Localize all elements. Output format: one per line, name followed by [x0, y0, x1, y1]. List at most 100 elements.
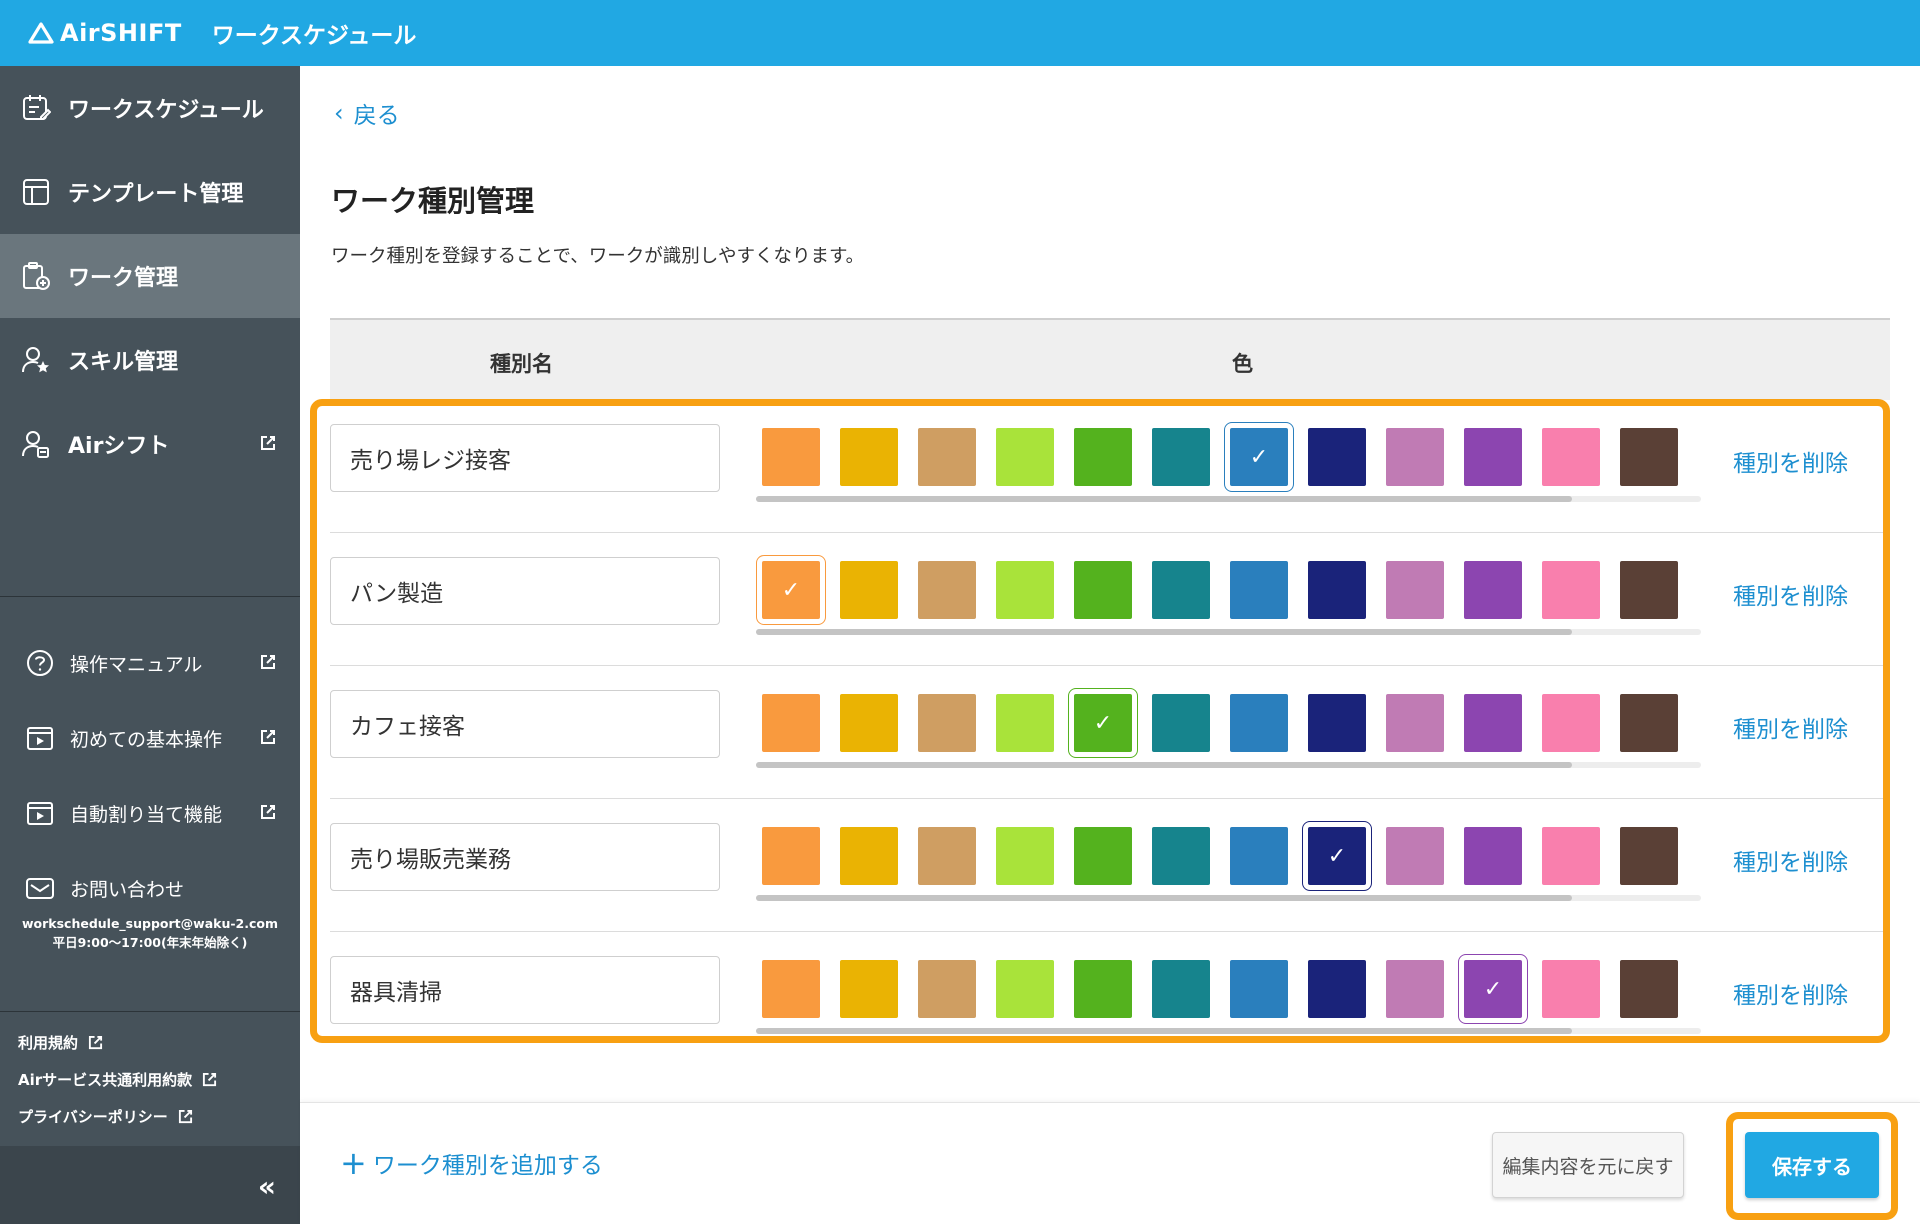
sidebar-item-template[interactable]: テンプレート管理 — [0, 150, 300, 234]
color-swatch[interactable]: ✓ — [1068, 688, 1138, 758]
color-scrollbar[interactable] — [756, 762, 1701, 768]
color-scrollbar[interactable] — [756, 496, 1701, 502]
color-swatch[interactable] — [1230, 561, 1288, 619]
back-link[interactable]: ‹ 戻る — [334, 96, 400, 130]
color-swatch[interactable] — [1386, 827, 1444, 885]
air-service-terms-link[interactable]: Airサービス共通利用約款 — [18, 1069, 217, 1090]
add-work-type-link[interactable]: + ワーク種別を追加する — [340, 1146, 603, 1180]
color-swatch[interactable] — [1386, 694, 1444, 752]
color-swatch[interactable] — [1074, 960, 1132, 1018]
table-row: ✓ 種別を削除 — [330, 932, 1886, 1065]
color-swatch[interactable] — [1620, 960, 1678, 1018]
table-row: ✓ 種別を削除 — [330, 666, 1886, 799]
scrollbar-thumb[interactable] — [756, 895, 1572, 901]
color-swatch[interactable] — [1152, 694, 1210, 752]
sidebar-item-skill[interactable]: スキル管理 — [0, 318, 300, 402]
color-swatch[interactable] — [1074, 428, 1132, 486]
sidebar-item-work-schedule[interactable]: ワークスケジュール — [0, 66, 300, 150]
color-swatch[interactable] — [1464, 428, 1522, 486]
help-item-manual[interactable]: 操作マニュアル — [0, 633, 300, 693]
color-swatch[interactable] — [1542, 561, 1600, 619]
delete-work-type-link[interactable]: 種別を削除 — [1733, 444, 1848, 478]
color-swatch[interactable] — [1152, 827, 1210, 885]
work-type-name-input[interactable] — [330, 424, 720, 492]
color-scrollbar[interactable] — [756, 629, 1701, 635]
color-swatch[interactable] — [840, 561, 898, 619]
color-swatch[interactable] — [918, 561, 976, 619]
color-swatch[interactable] — [1386, 960, 1444, 1018]
color-swatch[interactable] — [1386, 561, 1444, 619]
color-swatch[interactable] — [1230, 827, 1288, 885]
color-swatch[interactable] — [1464, 694, 1522, 752]
color-swatch[interactable] — [1620, 694, 1678, 752]
color-swatch[interactable] — [1620, 827, 1678, 885]
color-swatch[interactable]: ✓ — [756, 555, 826, 625]
color-swatch[interactable] — [1620, 561, 1678, 619]
revert-changes-button[interactable]: 編集内容を元に戻す — [1492, 1132, 1684, 1198]
delete-work-type-link[interactable]: 種別を削除 — [1733, 710, 1848, 744]
color-swatch[interactable] — [762, 694, 820, 752]
help-item-auto-assign[interactable]: 自動割り当て機能 — [0, 783, 300, 843]
work-type-name-input[interactable] — [330, 557, 720, 625]
color-swatch[interactable] — [1308, 694, 1366, 752]
color-swatch[interactable] — [840, 428, 898, 486]
color-swatch[interactable] — [918, 694, 976, 752]
color-swatch[interactable] — [918, 428, 976, 486]
color-swatch[interactable] — [1308, 960, 1366, 1018]
color-swatch[interactable]: ✓ — [1458, 954, 1528, 1024]
delete-work-type-link[interactable]: 種別を削除 — [1733, 843, 1848, 877]
color-swatch[interactable] — [996, 694, 1054, 752]
color-swatch[interactable] — [1542, 827, 1600, 885]
color-swatch[interactable]: ✓ — [1302, 821, 1372, 891]
scrollbar-thumb[interactable] — [756, 629, 1572, 635]
color-swatch[interactable] — [1308, 561, 1366, 619]
scrollbar-thumb[interactable] — [756, 762, 1572, 768]
color-scrollbar[interactable] — [756, 895, 1701, 901]
color-swatch[interactable] — [1152, 561, 1210, 619]
airshift-logo[interactable]: AirSHIFT — [28, 19, 182, 47]
color-swatch[interactable] — [1464, 827, 1522, 885]
color-swatch[interactable] — [1230, 694, 1288, 752]
color-swatch[interactable] — [1152, 960, 1210, 1018]
privacy-policy-link[interactable]: プライバシーポリシー — [18, 1106, 193, 1127]
color-swatch[interactable] — [996, 960, 1054, 1018]
color-swatch[interactable] — [996, 827, 1054, 885]
color-scrollbar[interactable] — [756, 1028, 1701, 1034]
color-swatch[interactable] — [918, 827, 976, 885]
color-swatch[interactable] — [918, 960, 976, 1018]
color-swatch[interactable] — [1074, 827, 1132, 885]
color-swatch[interactable] — [996, 561, 1054, 619]
delete-work-type-link[interactable]: 種別を削除 — [1733, 976, 1848, 1010]
color-swatch[interactable] — [1542, 960, 1600, 1018]
color-swatch[interactable] — [1386, 428, 1444, 486]
color-swatch[interactable] — [1230, 960, 1288, 1018]
color-swatch[interactable] — [762, 960, 820, 1018]
sidebar-item-work-management[interactable]: ワーク管理 — [0, 234, 300, 318]
color-swatch[interactable] — [840, 960, 898, 1018]
color-swatch[interactable] — [1074, 561, 1132, 619]
work-type-name-input[interactable] — [330, 690, 720, 758]
color-swatch[interactable] — [1464, 561, 1522, 619]
color-swatch[interactable] — [762, 827, 820, 885]
color-swatch[interactable] — [1542, 428, 1600, 486]
work-type-name-input[interactable] — [330, 956, 720, 1024]
save-button[interactable]: 保存する — [1745, 1132, 1879, 1198]
terms-link[interactable]: 利用規約 — [18, 1032, 103, 1053]
sidebar-item-airshift[interactable]: Airシフト — [0, 402, 300, 486]
color-swatch[interactable] — [840, 827, 898, 885]
color-swatch[interactable] — [762, 428, 820, 486]
scrollbar-thumb[interactable] — [756, 496, 1572, 502]
color-swatch[interactable] — [840, 694, 898, 752]
help-item-basic-operation[interactable]: 初めての基本操作 — [0, 708, 300, 768]
color-swatch[interactable]: ✓ — [1224, 422, 1294, 492]
color-swatch[interactable] — [1542, 694, 1600, 752]
delete-work-type-link[interactable]: 種別を削除 — [1733, 577, 1848, 611]
help-item-contact[interactable]: お問い合わせ — [0, 858, 300, 918]
color-swatch[interactable] — [1620, 428, 1678, 486]
work-type-name-input[interactable] — [330, 823, 720, 891]
color-swatch[interactable] — [996, 428, 1054, 486]
scrollbar-thumb[interactable] — [756, 1028, 1572, 1034]
color-swatch[interactable] — [1152, 428, 1210, 486]
collapse-sidebar-icon[interactable]: « — [258, 1170, 276, 1203]
color-swatch[interactable] — [1308, 428, 1366, 486]
